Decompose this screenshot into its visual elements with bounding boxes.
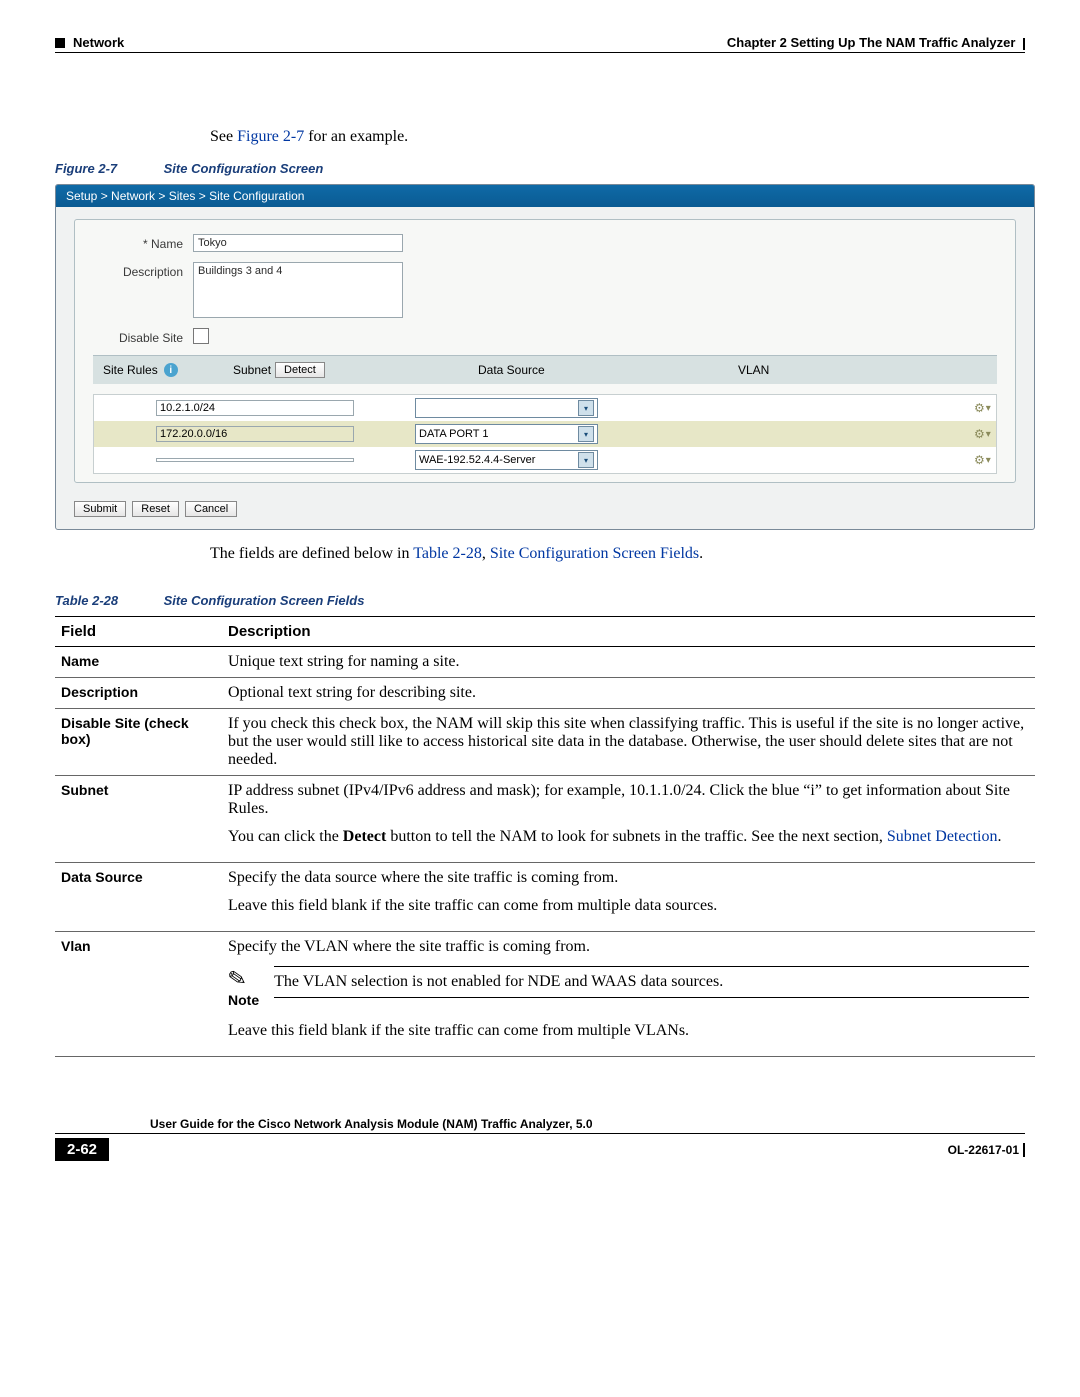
table-caption: Table 2-28 Site Configuration Screen Fie…	[55, 593, 1025, 608]
subnet-p1: IP address subnet (IPv4/IPv6 address and…	[228, 782, 1029, 818]
table-row: Name Unique text string for naming a sit…	[55, 647, 1035, 678]
gear-icon[interactable]: ⚙▾	[974, 427, 990, 441]
chevron-down-icon: ▾	[578, 400, 594, 416]
header-chapter: Chapter 2 Setting Up The NAM Traffic Ana…	[727, 35, 1015, 50]
subnet-p2c: button to tell the NAM to look for subne…	[386, 828, 887, 845]
subnet-input[interactable]: 10.2.1.0/24	[156, 400, 354, 416]
after-pre: The fields are defined below in	[210, 545, 413, 562]
after-figure-text: The fields are defined below in Table 2-…	[210, 545, 1025, 563]
site-rules-header: Site Rules i Subnet Detect Data Source V…	[93, 355, 997, 384]
table-row: Description Optional text string for des…	[55, 678, 1035, 709]
table-row: WAE-192.52.4.4-Server ▾ ⚙▾	[94, 447, 996, 473]
name-label: * Name	[93, 234, 193, 251]
ds-value: WAE-192.52.4.4-Server	[419, 454, 535, 466]
page-header: Network Chapter 2 Setting Up The NAM Tra…	[55, 35, 1025, 53]
disable-site-checkbox[interactable]	[193, 328, 209, 344]
breadcrumb: Setup > Network > Sites > Site Configura…	[56, 185, 1034, 207]
field-name: Description	[55, 678, 222, 709]
description-textarea[interactable]: Buildings 3 and 4	[193, 262, 403, 318]
header-bar-icon	[1023, 38, 1025, 50]
table-row: Vlan Specify the VLAN where the site tra…	[55, 932, 1035, 1057]
field-name: Name	[55, 647, 222, 678]
header-section: Network	[73, 35, 124, 50]
subnet-detection-link[interactable]: Subnet Detection	[887, 828, 998, 845]
reset-button[interactable]: Reset	[132, 501, 179, 517]
footer-bar-icon	[1023, 1143, 1025, 1157]
table-row: 10.2.1.0/24 ▾ ⚙▾	[94, 395, 996, 421]
field-name: Data Source	[55, 863, 222, 932]
table-row: Data Source Specify the data source wher…	[55, 863, 1035, 932]
detect-bold: Detect	[343, 828, 387, 845]
page-number: 2-62	[55, 1138, 109, 1161]
figure-ref-link[interactable]: Figure 2-7	[237, 128, 304, 145]
subnet-input[interactable]: 172.20.0.0/16	[156, 426, 354, 442]
field-desc: IP address subnet (IPv4/IPv6 address and…	[222, 776, 1035, 863]
description-label: Description	[93, 262, 193, 279]
ds-p2: Leave this field blank if the site traff…	[228, 897, 1029, 915]
field-desc: Optional text string for describing site…	[222, 678, 1035, 709]
gear-icon[interactable]: ⚙▾	[974, 453, 990, 467]
ds-value: DATA PORT 1	[419, 428, 489, 440]
datasource-header: Data Source	[478, 363, 738, 377]
figure-caption-label: Figure 2-7	[55, 161, 160, 176]
pencil-icon: ✎	[226, 965, 249, 994]
gear-icon[interactable]: ⚙▾	[974, 401, 990, 415]
vlan-p3: Leave this field blank if the site traff…	[228, 1022, 1029, 1040]
disable-site-label: Disable Site	[93, 328, 193, 345]
detect-button[interactable]: Detect	[275, 362, 325, 378]
ds-p1: Specify the data source where the site t…	[228, 869, 1029, 887]
note-text: The VLAN selection is not enabled for ND…	[274, 966, 1029, 998]
field-desc: Unique text string for naming a site.	[222, 647, 1035, 678]
field-desc: If you check this check box, the NAM wil…	[222, 709, 1035, 776]
site-config-figure: Setup > Network > Sites > Site Configura…	[55, 184, 1035, 530]
th-field: Field	[55, 617, 222, 647]
th-description: Description	[222, 617, 1035, 647]
doc-id: OL-22617-01	[948, 1143, 1025, 1157]
table-caption-label: Table 2-28	[55, 593, 160, 608]
site-rules-table: 10.2.1.0/24 ▾ ⚙▾ 172.20.0.0/16 DATA PORT…	[93, 394, 997, 474]
table-ref-link[interactable]: Table 2-28	[413, 545, 482, 562]
table-row: Subnet IP address subnet (IPv4/IPv6 addr…	[55, 776, 1035, 863]
field-desc: Specify the VLAN where the site traffic …	[222, 932, 1035, 1057]
chevron-down-icon: ▾	[578, 452, 594, 468]
subnet-p2: You can click the Detect button to tell …	[228, 828, 1029, 846]
datasource-select[interactable]: ▾	[415, 398, 598, 418]
vlan-p1: Specify the VLAN where the site traffic …	[228, 938, 1029, 956]
table-row: Disable Site (check box) If you check th…	[55, 709, 1035, 776]
submit-button[interactable]: Submit	[74, 501, 126, 517]
name-input[interactable]: Tokyo	[193, 234, 403, 252]
figure-caption-title: Site Configuration Screen	[164, 161, 324, 176]
intro-pre: See	[210, 128, 237, 145]
note-block: ✎ Note The VLAN selection is not enabled…	[228, 966, 1029, 1010]
datasource-select[interactable]: DATA PORT 1 ▾	[415, 424, 598, 444]
fields-table: Field Description Name Unique text strin…	[55, 616, 1035, 1057]
datasource-select[interactable]: WAE-192.52.4.4-Server ▾	[415, 450, 598, 470]
table-row: 172.20.0.0/16 DATA PORT 1 ▾ ⚙▾	[94, 421, 996, 447]
subnet-header: Subnet	[233, 363, 271, 377]
table-title-link[interactable]: Site Configuration Screen Fields	[490, 545, 699, 562]
after-post: .	[699, 545, 703, 562]
field-name: Disable Site (check box)	[55, 709, 222, 776]
doc-id-text: OL-22617-01	[948, 1143, 1019, 1157]
config-form: * Name Tokyo Description Buildings 3 and…	[74, 219, 1016, 483]
subnet-input[interactable]	[156, 458, 354, 462]
page-footer: User Guide for the Cisco Network Analysi…	[55, 1117, 1025, 1161]
field-name: Subnet	[55, 776, 222, 863]
subnet-p2a: You can click the	[228, 828, 343, 845]
field-desc: Specify the data source where the site t…	[222, 863, 1035, 932]
site-rules-label: Site Rules	[103, 363, 158, 377]
field-name: Vlan	[55, 932, 222, 1057]
vlan-header: VLAN	[738, 363, 928, 377]
cancel-button[interactable]: Cancel	[185, 501, 237, 517]
figure-caption: Figure 2-7 Site Configuration Screen	[55, 161, 1025, 176]
footer-title: User Guide for the Cisco Network Analysi…	[55, 1117, 1025, 1134]
intro-text: See Figure 2-7 for an example.	[210, 128, 1025, 146]
info-icon[interactable]: i	[164, 363, 178, 377]
header-square-icon	[55, 38, 65, 48]
subnet-p2d: .	[997, 828, 1001, 845]
intro-post: for an example.	[304, 128, 408, 145]
chevron-down-icon: ▾	[578, 426, 594, 442]
after-comma: ,	[482, 545, 490, 562]
table-caption-title: Site Configuration Screen Fields	[164, 593, 365, 608]
